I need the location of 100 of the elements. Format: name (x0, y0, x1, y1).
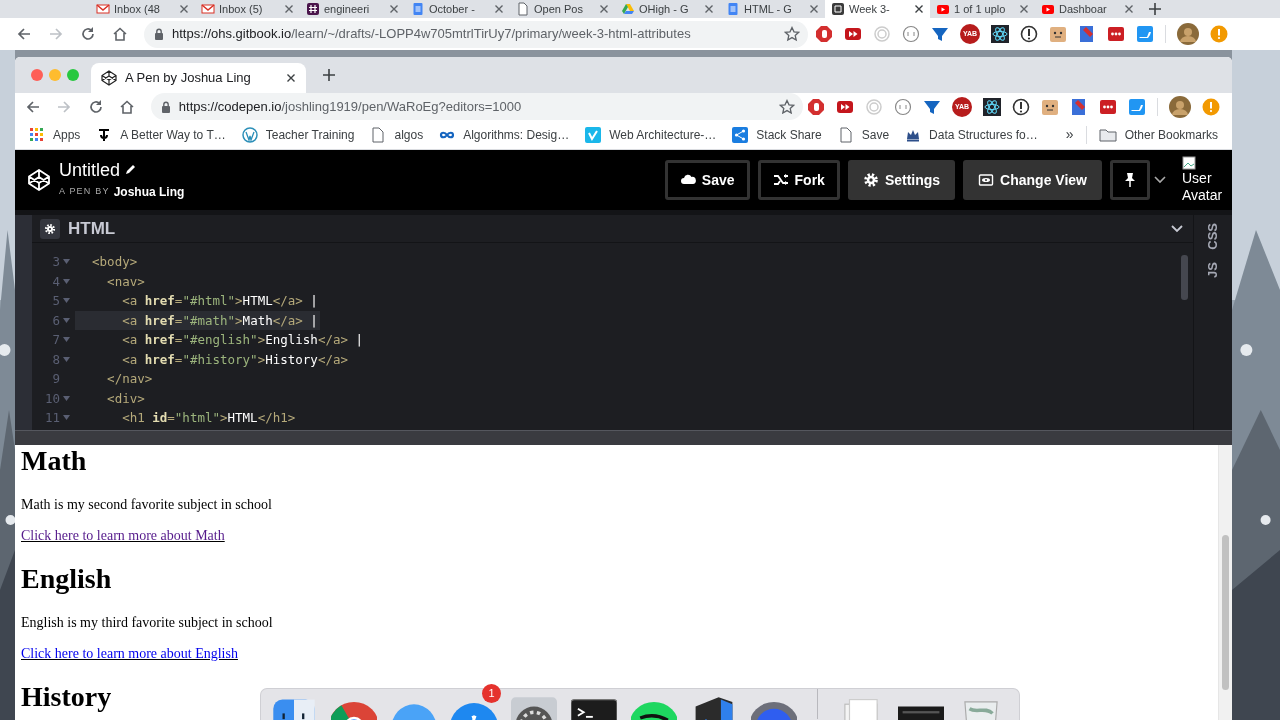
star-icon[interactable] (779, 98, 796, 115)
gear-icon[interactable] (511, 695, 557, 720)
bookmark[interactable]: Save (833, 123, 894, 146)
byline: A PEN BY (59, 184, 110, 198)
face-icon[interactable] (1049, 25, 1067, 43)
face-icon[interactable] (1041, 97, 1060, 116)
close-icon[interactable] (914, 4, 924, 14)
info-icon[interactable] (1020, 25, 1038, 43)
resize-handle[interactable] (15, 430, 1232, 445)
bookmark[interactable]: Other Bookmarks (1094, 123, 1222, 146)
bookmark[interactable]: algos (366, 123, 428, 146)
browser-tab[interactable]: A Pen by Joshua Ling (91, 63, 306, 93)
browser-tab[interactable]: Dashboar (1035, 0, 1140, 18)
code-line: <div> (106, 389, 146, 408)
octagon-icon[interactable] (807, 97, 826, 116)
octagon-icon[interactable] (815, 25, 833, 43)
line-number: 4 (51, 272, 60, 291)
fold-arrow-icon[interactable] (63, 337, 70, 343)
new-tab-icon[interactable] (322, 68, 336, 82)
address-bar[interactable]: https://codepen.io/joshling1919/pen/WaRoEg?editors=1000 (150, 93, 804, 120)
page-icon (516, 2, 530, 16)
close-icon[interactable] (704, 4, 714, 14)
settings-button[interactable] (40, 218, 60, 239)
editor-tab[interactable]: CSS (1203, 221, 1223, 252)
line-number: 9 (51, 370, 60, 388)
bookmark[interactable]: Data Structures fo… (901, 123, 1042, 146)
ring-icon[interactable] (902, 25, 920, 43)
pen-title[interactable]: Untitled (59, 159, 121, 180)
address-bar[interactable]: https://ohs.gitbook.io/learn/~/drafts/-LOPP4w705mtrlTirUy7/primary/week-3-html-attributes (144, 20, 808, 48)
close-icon[interactable] (494, 4, 504, 14)
bookmark[interactable]: Stack Share (728, 123, 826, 146)
toolbar-button[interactable]: Save (664, 160, 750, 200)
browser-tab[interactable]: Inbox (5) (195, 0, 300, 18)
ring-icon[interactable] (894, 97, 913, 116)
browser-tab[interactable]: Open Pos (510, 0, 615, 18)
avatar-icon[interactable] (1177, 23, 1199, 45)
close-icon[interactable] (599, 4, 609, 14)
heading: History (21, 681, 112, 713)
bookmark[interactable]: Algorithms: Desig… (435, 123, 574, 146)
pencil-icon[interactable] (124, 163, 137, 176)
close-icon[interactable] (179, 4, 189, 14)
close-icon[interactable] (1019, 4, 1029, 14)
close-icon[interactable] (809, 4, 819, 14)
line-number: 11 (43, 409, 60, 427)
browser-tab[interactable]: OHigh - G (615, 0, 720, 18)
pin-icon (1123, 172, 1137, 188)
bookmark[interactable]: Apps (25, 123, 85, 146)
collapse-button[interactable] (1171, 224, 1183, 233)
bookmark-icon[interactable] (1078, 25, 1096, 43)
browser-tab[interactable]: HTML - G (720, 0, 825, 18)
fold-arrow-icon[interactable] (63, 356, 70, 362)
toolbar-button[interactable]: Change View (963, 160, 1102, 200)
fork-icon (772, 172, 789, 188)
fold-arrow-icon[interactable] (63, 317, 70, 323)
pin-button[interactable] (1110, 160, 1150, 200)
close-icon[interactable] (286, 73, 296, 83)
toolbar-button[interactable]: Settings (847, 160, 956, 200)
browser-tab[interactable]: Inbox (48 (90, 0, 195, 18)
fold-arrow-icon[interactable] (63, 415, 70, 421)
funnel-icon[interactable] (931, 25, 949, 43)
close-icon[interactable] (389, 4, 399, 14)
atom-icon[interactable] (991, 25, 1009, 43)
atom-icon[interactable] (983, 97, 1002, 116)
new-tab-icon[interactable] (1148, 2, 1162, 16)
more-bookmarks-button[interactable]: » (1061, 122, 1078, 147)
editor-title: HTML (68, 217, 116, 240)
info-icon[interactable] (1012, 97, 1031, 116)
line-number: 7 (51, 331, 60, 349)
code-line: <a href="#history">History</a> (121, 350, 349, 369)
cube-icon[interactable] (27, 168, 51, 192)
vimeo-icon (585, 126, 602, 143)
close-icon[interactable] (1124, 4, 1134, 14)
scrollbar-thumb[interactable] (1181, 255, 1188, 300)
fold-arrow-icon[interactable] (63, 395, 70, 401)
code-line: <a href="#html">HTML</a> | (121, 292, 319, 310)
bookmark[interactable]: Web Architecture-… (581, 123, 721, 146)
fold-arrow-icon[interactable] (63, 278, 70, 284)
author-link[interactable]: Joshua Ling (113, 182, 185, 201)
fold-arrow-icon[interactable] (63, 259, 70, 265)
link[interactable]: Click here to learn more about Math (21, 528, 225, 543)
dots-icon[interactable] (1107, 25, 1125, 43)
browser-tab[interactable]: October - (405, 0, 510, 18)
code-line: </nav> (106, 370, 154, 388)
bookmark[interactable]: Teacher Training (237, 123, 359, 146)
scrollbar-thumb[interactable] (1222, 535, 1229, 690)
avatar-icon[interactable] (1169, 95, 1192, 118)
dots-icon[interactable] (1099, 97, 1118, 116)
close-icon[interactable] (284, 4, 294, 14)
toolbar-button[interactable]: Fork (757, 160, 840, 200)
browser-tab[interactable]: engineeri (300, 0, 405, 18)
fold-arrow-icon[interactable] (63, 298, 70, 304)
editor-tab[interactable]: JS (1203, 259, 1223, 280)
url-text: https://codepen.io/joshling1919/pen/WaRoEg?editors=1000 (178, 97, 523, 116)
bookmark[interactable]: A Better Way to T… (92, 123, 230, 146)
fast-forward-icon[interactable] (844, 25, 862, 43)
line-number: 5 (51, 292, 60, 310)
star-icon[interactable] (784, 26, 800, 42)
browser-tab[interactable]: Week 3- (825, 0, 930, 18)
link[interactable]: Click here to learn more about English (21, 646, 238, 661)
browser-tab[interactable]: 1 of 1 uplo (930, 0, 1035, 18)
